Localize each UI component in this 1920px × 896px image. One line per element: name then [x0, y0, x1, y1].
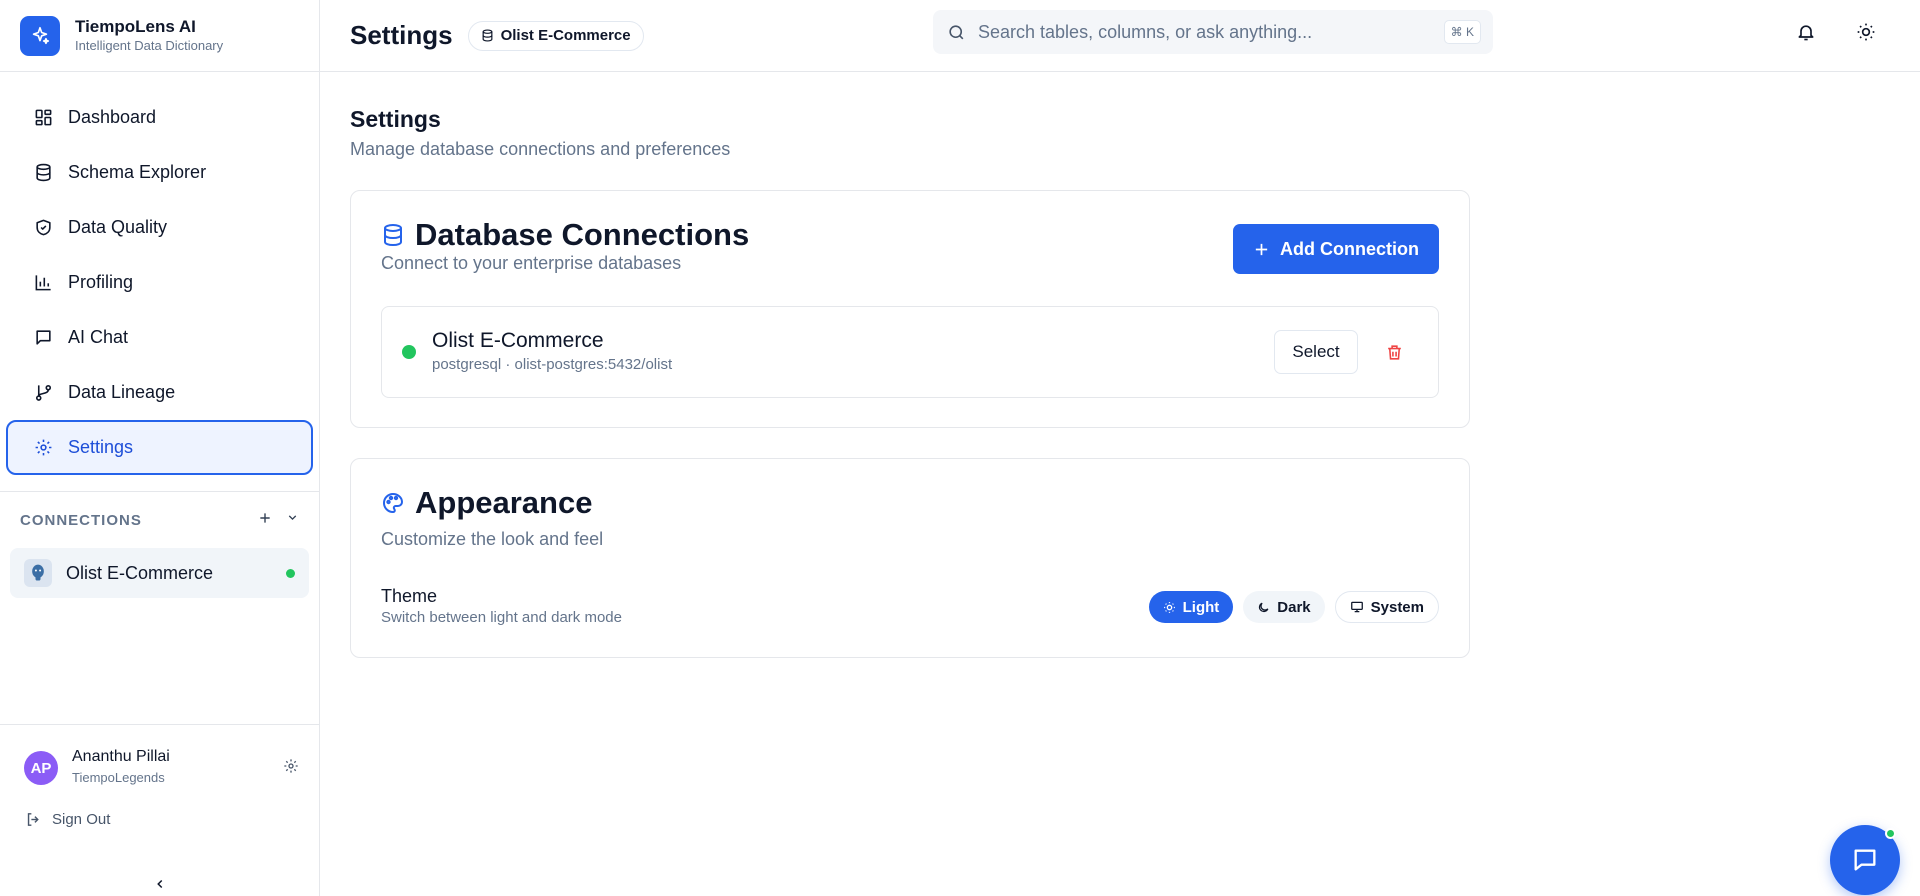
appearance-card: Appearance Customize the look and feel T…: [350, 458, 1470, 658]
add-connection-label: Add Connection: [1280, 238, 1419, 259]
user-name: Ananthu Pillai: [72, 748, 170, 765]
theme-row: Theme Switch between light and dark mode…: [381, 585, 1439, 629]
connection-name: Olist E-Commerce: [432, 329, 604, 352]
moon-icon: [1259, 602, 1269, 612]
connection-row: Olist E-Commerce postgresql · olist-post…: [381, 306, 1439, 398]
theme-light-button[interactable]: Light: [1148, 591, 1234, 623]
card-title: Appearance: [415, 485, 593, 520]
sidebar-item-data-quality[interactable]: Data Quality: [6, 200, 313, 255]
sidebar-item-dashboard[interactable]: Dashboard: [6, 90, 313, 145]
sidebar-item-label: Dashboard: [68, 107, 157, 127]
theme-label: Theme: [381, 586, 438, 606]
chevron-left-icon: [157, 879, 163, 889]
theme-dark-label: Dark: [1277, 598, 1311, 616]
theme-system-button[interactable]: System: [1334, 591, 1439, 623]
add-connection-button[interactable]: Add Connection: [1233, 224, 1439, 274]
connection-name: Olist E-Commerce: [66, 562, 214, 583]
sign-out-icon: [27, 813, 39, 826]
sidebar-item-schema-explorer[interactable]: Schema Explorer: [6, 145, 313, 200]
sidebar-nav: Dashboard Schema Explorer Data Quality P…: [0, 72, 319, 475]
top-header: Settings Olist E-Commerce Search tables,…: [320, 0, 1920, 72]
connections-header: CONNECTIONS: [0, 492, 319, 548]
theme-dark-button[interactable]: Dark: [1243, 591, 1325, 623]
card-title: Database Connections: [415, 217, 750, 252]
card-subtitle: Customize the look and feel: [381, 529, 604, 549]
online-indicator: [1885, 828, 1896, 839]
search-input[interactable]: Search tables, columns, or ask anything.…: [933, 10, 1493, 54]
connections-title: CONNECTIONS: [20, 511, 142, 529]
git-branch-icon: [32, 382, 54, 404]
plus-icon: [1255, 243, 1268, 255]
plus-icon[interactable]: [258, 511, 272, 530]
trash-icon[interactable]: [1382, 340, 1406, 364]
search-placeholder: Search tables, columns, or ask anything.…: [978, 21, 1313, 42]
sun-icon: [1163, 601, 1175, 613]
database-chip-label: Olist E-Commerce: [500, 27, 631, 44]
sparkles-icon: [20, 15, 60, 56]
dashboard-icon: [32, 107, 54, 129]
sidebar-item-label: Data Lineage: [68, 382, 176, 402]
database-icon: [384, 224, 402, 247]
sidebar-item-settings[interactable]: Settings: [6, 420, 313, 475]
bar-chart-icon: [32, 272, 54, 294]
database-icon: [482, 29, 493, 42]
sidebar-item-label: Data Quality: [68, 217, 168, 237]
sun-icon[interactable]: [1854, 20, 1878, 44]
sign-out-button[interactable]: Sign Out: [0, 789, 319, 828]
brand-name: TiempoLens AI: [75, 16, 196, 36]
page-header-title: Settings: [350, 20, 453, 50]
postgres-icon: [24, 559, 52, 587]
chat-icon: [1854, 849, 1876, 871]
sign-out-label: Sign Out: [52, 811, 111, 828]
brand-subtitle: Intelligent Data Dictionary: [75, 37, 224, 53]
sidebar-item-ai-chat[interactable]: AI Chat: [6, 310, 313, 365]
search-icon: [949, 24, 964, 39]
avatar[interactable]: AP: [24, 751, 58, 785]
gear-icon: [32, 437, 54, 459]
sidebar: TiempoLens AI Intelligent Data Dictionar…: [0, 0, 320, 896]
message-icon: [32, 327, 54, 349]
user-area: AP Ananthu Pillai TiempoLegends Sign Out: [0, 724, 319, 896]
sidebar-item-label: Schema Explorer: [68, 162, 207, 182]
collapse-sidebar-button[interactable]: [152, 876, 168, 892]
theme-light-label: Light: [1182, 598, 1220, 616]
monitor-icon: [1350, 601, 1363, 613]
connection-status-dot: [286, 568, 295, 578]
bell-icon[interactable]: [1794, 20, 1818, 44]
brand: TiempoLens AI Intelligent Data Dictionar…: [0, 0, 319, 72]
page-title: Settings: [350, 106, 441, 132]
sidebar-item-label: Profiling: [68, 272, 134, 292]
sidebar-item-label: Settings: [68, 437, 134, 457]
sidebar-item-data-lineage[interactable]: Data Lineage: [6, 365, 313, 420]
palette-icon: [383, 492, 404, 514]
chat-fab-button[interactable]: [1830, 825, 1900, 895]
sidebar-item-label: AI Chat: [68, 327, 129, 347]
chevron-down-icon[interactable]: [286, 511, 299, 529]
database-chip[interactable]: Olist E-Commerce: [467, 20, 644, 51]
page-subtitle: Manage database connections and preferen…: [350, 139, 731, 159]
shield-check-icon: [32, 217, 54, 239]
user-org: TiempoLegends: [72, 770, 165, 785]
card-subtitle: Connect to your enterprise databases: [381, 253, 682, 273]
database-icon: [32, 162, 54, 184]
connection-status-dot: [402, 345, 416, 359]
select-button[interactable]: Select: [1274, 330, 1358, 374]
connection-item[interactable]: Olist E-Commerce: [10, 548, 309, 598]
connection-detail: postgresql · olist-postgres:5432/olist: [432, 356, 673, 373]
sidebar-item-profiling[interactable]: Profiling: [6, 255, 313, 310]
theme-subtitle: Switch between light and dark mode: [381, 609, 622, 626]
database-connections-card: Database Connections Connect to your ent…: [350, 190, 1470, 428]
gear-icon[interactable]: [283, 758, 299, 779]
theme-system-label: System: [1370, 598, 1424, 616]
main-content: Settings Manage database connections and…: [350, 72, 1470, 658]
shortcut-hint: ⌘ K: [1443, 20, 1481, 44]
